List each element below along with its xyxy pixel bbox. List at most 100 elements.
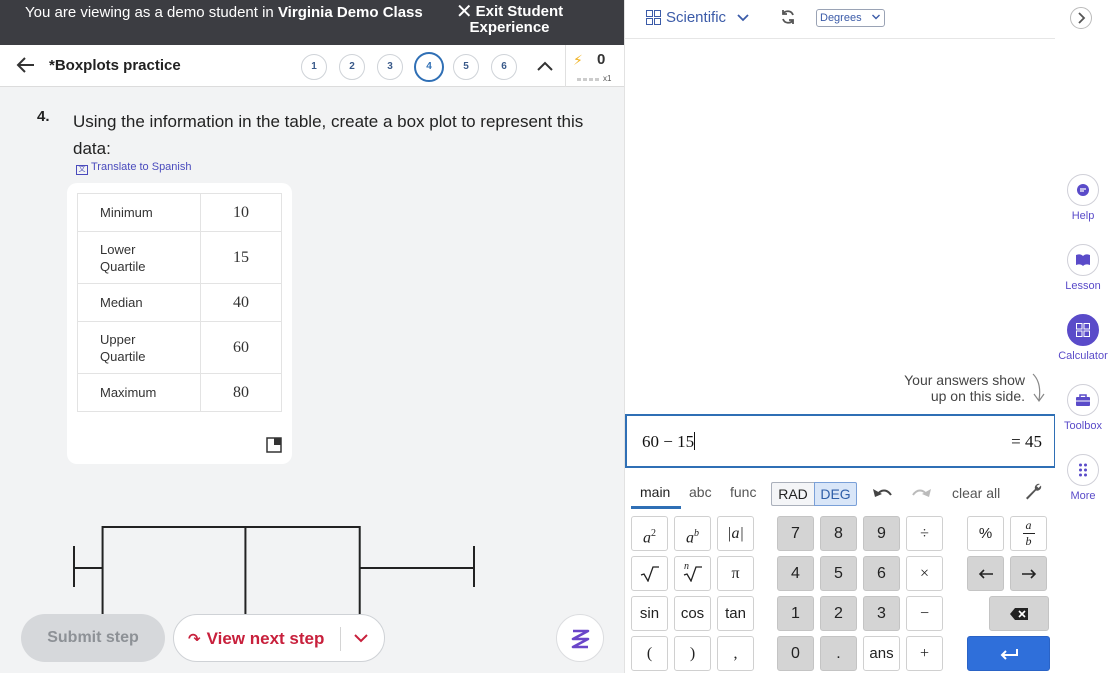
question-number: 4. [37,108,50,125]
demo-message: You are viewing as a demo student in Vir… [25,4,423,21]
undo-icon[interactable] [871,483,893,501]
key-3[interactable]: 3 [863,596,900,631]
collapse-calculator-button[interactable] [1070,7,1092,29]
table-cell-label: Median [77,283,201,322]
chat-bubble-icon [1077,184,1089,196]
step-3-button[interactable]: 3 [377,54,403,80]
table-cell-value: 15 [200,231,282,284]
expand-icon[interactable] [266,437,282,453]
step-6-button[interactable]: 6 [491,54,517,80]
calculator-mode-dropdown[interactable]: Scientific [666,9,726,26]
key-8[interactable]: 8 [820,516,857,551]
box-plot[interactable] [60,515,490,615]
key-pi[interactable]: π [717,556,754,591]
sidebar-item-more[interactable]: More [1055,454,1108,502]
view-next-step-button[interactable]: ↷ View next step [173,614,385,662]
deg-toggle[interactable]: DEG [814,482,857,506]
key-square[interactable]: a2 [631,516,668,551]
sidebar-item-toolbox[interactable]: Toolbox [1055,384,1108,432]
expression-text: 60 − 15 [642,432,696,451]
key-2[interactable]: 2 [820,596,857,631]
key-sin[interactable]: sin [631,596,668,631]
step-5-button[interactable]: 5 [453,54,479,80]
data-table: Minimum 10 Lower Quartile 15 Median 40 Uppe… [77,193,282,412]
key-5[interactable]: 5 [820,556,857,591]
exit-student-experience-button[interactable]: ✕ Exit Student Experience [452,2,567,36]
refresh-icon[interactable] [780,9,796,25]
key-ans[interactable]: ans [863,636,900,671]
backspace-icon [1010,607,1028,620]
submit-step-button[interactable]: Submit step [21,614,165,662]
keypad-tabs: main abc func RAD DEG clear all [625,472,1056,512]
calculator-panel: Scientific Degrees Your answers show up o… [624,0,1056,673]
dots-icon [1079,463,1087,477]
chevron-down-icon[interactable] [352,630,370,646]
key-nth-root[interactable]: n [674,556,711,591]
question-text: Using the information in the table, crea… [73,112,584,158]
expression-input[interactable]: 60 − 15 = 45 [625,414,1056,468]
table-cell-label: Maximum [77,373,201,412]
table-row: Maximum 80 [77,373,282,412]
calculator-grid-icon [646,10,661,25]
key-0[interactable]: 0 [777,636,814,671]
clear-all-button[interactable]: clear all [952,485,1000,501]
rad-toggle[interactable]: RAD [771,482,814,506]
key-tan[interactable]: tan [717,596,754,631]
answers-hint: Your answers show up on this side. [904,372,1025,404]
key-square-root[interactable] [631,556,668,591]
tab-abc[interactable]: abc [689,484,712,500]
table-row: Median 40 [77,283,282,322]
sidebar-item-lesson[interactable]: Lesson [1055,244,1108,292]
multiplier-bar [577,78,601,81]
key-power[interactable]: ab [674,516,711,551]
key-right-paren[interactable]: ) [674,636,711,671]
nth-root-icon [683,565,702,582]
chevron-up-icon[interactable] [535,57,555,75]
step-4-button[interactable]: 4 [414,52,444,82]
calculator-toolbar: Scientific Degrees [625,0,1056,39]
zearn-logo-icon [571,629,590,649]
key-percent[interactable]: % [967,516,1004,551]
translate-link[interactable]: 文 Translate to Spanish [76,161,191,175]
key-multiply[interactable]: × [906,556,943,591]
step-2-button[interactable]: 2 [339,54,365,80]
table-row: Lower Quartile 15 [77,231,282,284]
zearn-logo-button[interactable] [556,614,604,662]
step-1-button[interactable]: 1 [301,54,327,80]
wrench-icon[interactable] [1023,481,1043,501]
key-subtract[interactable]: − [906,596,943,631]
key-decimal[interactable]: . [820,636,857,671]
expression-result: = 45 [1011,432,1042,451]
key-comma[interactable]: , [717,636,754,671]
active-tab-indicator [631,506,681,509]
key-9[interactable]: 9 [863,516,900,551]
key-cos[interactable]: cos [674,596,711,631]
key-backspace[interactable] [989,596,1049,631]
key-6[interactable]: 6 [863,556,900,591]
redo-icon[interactable] [911,483,933,501]
key-left-paren[interactable]: ( [631,636,668,671]
key-add[interactable]: + [906,636,943,671]
arrow-left-icon [978,568,993,579]
table-cell-value: 60 [200,321,282,374]
tab-func[interactable]: func [730,484,756,500]
table-cell-value: 10 [200,193,282,232]
tab-main[interactable]: main [640,484,670,500]
key-absolute-value[interactable]: |a| [717,516,754,551]
chevron-down-icon[interactable] [737,13,749,23]
sidebar-item-help[interactable]: Help [1055,174,1108,222]
back-arrow-icon[interactable] [14,53,38,77]
translate-icon: 文 [76,165,88,175]
sidebar-item-calculator[interactable]: Calculator [1055,314,1108,362]
key-1[interactable]: 1 [777,596,814,631]
key-4[interactable]: 4 [777,556,814,591]
multiplier-label: x1 [603,74,612,83]
key-enter[interactable] [967,636,1050,671]
key-cursor-left[interactable] [967,556,1004,591]
key-7[interactable]: 7 [777,516,814,551]
text-caret [694,432,696,450]
key-cursor-right[interactable] [1010,556,1047,591]
key-fraction[interactable]: ab [1010,516,1047,551]
key-divide[interactable]: ÷ [906,516,943,551]
angle-unit-select[interactable]: Degrees [816,9,885,27]
